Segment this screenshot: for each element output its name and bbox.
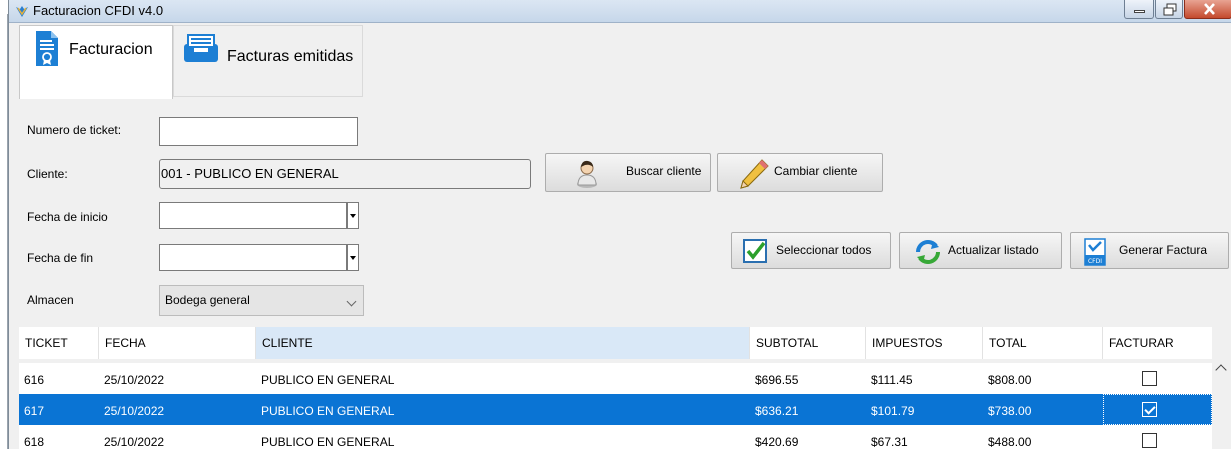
tab-facturas-emitidas[interactable]: Facturas emitidas — [173, 25, 363, 97]
cell-fecha: 25/10/2022 — [104, 373, 165, 387]
cell-impuestos: $67.31 — [871, 435, 908, 449]
almacen-select[interactable]: Bodega general — [159, 285, 364, 316]
cell-subtotal: $696.55 — [755, 373, 799, 387]
cell-ticket: 616 — [24, 373, 45, 387]
document-certificate-icon — [36, 31, 58, 66]
app-window: Facturacion CFDI v4.0 Facturacion Factur… — [8, 0, 1231, 449]
buscar-cliente-label: Buscar cliente — [626, 164, 702, 178]
fecha-inicio-dropdown-button[interactable] — [347, 202, 359, 229]
facturar-checkbox[interactable] — [1142, 433, 1157, 448]
cliente-field: 001 - PUBLICO EN GENERAL — [159, 159, 531, 189]
almacen-label: Almacen — [27, 293, 74, 307]
inbox-tray-icon — [184, 34, 218, 62]
facturar-checkbox[interactable] — [1142, 371, 1157, 386]
table-row[interactable]: 617 25/10/2022 PUBLICO EN GENERAL $636.2… — [19, 394, 1212, 425]
table-header: TICKET FECHA CLIENTE SUBTOTAL IMPUESTOS … — [19, 327, 1212, 359]
cell-subtotal: $636.21 — [755, 404, 799, 418]
column-header-cliente[interactable]: CLIENTE — [256, 327, 750, 359]
ticket-label: Numero de ticket: — [27, 123, 122, 137]
cell-fecha: 25/10/2022 — [104, 435, 165, 449]
actualizar-listado-label: Actualizar listado — [948, 243, 1039, 257]
minimize-icon — [1134, 10, 1145, 13]
pencil-icon — [740, 159, 769, 189]
generar-factura-button[interactable]: CFDI Generar Factura — [1070, 232, 1229, 269]
facturacion-panel: Numero de ticket: Cliente: 001 - PUBLICO… — [19, 99, 1231, 449]
cambiar-cliente-button[interactable]: Cambiar cliente — [717, 153, 883, 192]
scroll-up-arrow-icon[interactable] — [1215, 364, 1227, 376]
cell-impuestos: $101.79 — [871, 404, 915, 418]
table-row[interactable]: 618 25/10/2022 PUBLICO EN GENERAL $420.6… — [19, 425, 1212, 449]
column-header-subtotal[interactable]: SUBTOTAL — [750, 327, 866, 359]
table-row[interactable]: 616 25/10/2022 PUBLICO EN GENERAL $696.5… — [19, 363, 1212, 394]
restore-button[interactable] — [1155, 0, 1183, 19]
buscar-cliente-button[interactable]: Buscar cliente — [545, 153, 711, 192]
svg-text:CFDI: CFDI — [1088, 258, 1102, 265]
fecha-inicio-label: Fecha de inicio — [27, 210, 108, 224]
chevron-down-icon — [346, 296, 357, 307]
fecha-inicio-input[interactable] — [159, 202, 347, 229]
close-button[interactable] — [1184, 0, 1231, 19]
fecha-fin-label: Fecha de fin — [27, 251, 94, 265]
actualizar-listado-button[interactable]: Actualizar listado — [899, 232, 1062, 269]
column-header-ticket[interactable]: TICKET — [19, 327, 99, 359]
title-bar[interactable]: Facturacion CFDI v4.0 — [9, 0, 1231, 23]
cell-total: $488.00 — [988, 435, 1032, 449]
seleccionar-todos-button[interactable]: Seleccionar todos — [731, 232, 891, 269]
cliente-label: Cliente: — [27, 167, 68, 181]
facturar-checkbox[interactable] — [1142, 402, 1157, 417]
cell-ticket: 617 — [24, 404, 45, 418]
almacen-select-value: Bodega general — [165, 293, 250, 307]
minimize-button[interactable] — [1124, 0, 1154, 19]
cell-total: $738.00 — [988, 404, 1032, 418]
user-search-icon — [577, 160, 597, 188]
close-icon — [1204, 3, 1215, 15]
cell-subtotal: $420.69 — [755, 435, 799, 449]
cell-fecha: 25/10/2022 — [104, 404, 165, 418]
checkbox-checked-icon — [743, 239, 767, 263]
refresh-icon — [916, 240, 940, 264]
tab-facturacion-label: Facturacion — [69, 41, 153, 58]
cell-total: $808.00 — [988, 373, 1032, 387]
column-header-total[interactable]: TOTAL — [983, 327, 1103, 359]
ticket-input[interactable] — [159, 117, 358, 146]
column-header-impuestos[interactable]: IMPUESTOS — [866, 327, 983, 359]
generar-factura-label: Generar Factura — [1119, 243, 1208, 257]
column-header-fecha[interactable]: FECHA — [99, 327, 256, 359]
column-header-facturar[interactable]: FACTURAR — [1103, 327, 1212, 359]
window-title: Facturacion CFDI v4.0 — [33, 3, 164, 18]
tab-facturas-emitidas-label: Facturas emitidas — [227, 48, 354, 65]
app-icon — [16, 6, 28, 17]
facturar-cell-focus — [1103, 394, 1212, 425]
fecha-fin-dropdown-button[interactable] — [347, 244, 359, 271]
table-scrollbar[interactable] — [1212, 359, 1231, 449]
cell-cliente: PUBLICO EN GENERAL — [261, 373, 395, 387]
cell-cliente: PUBLICO EN GENERAL — [261, 404, 395, 418]
seleccionar-todos-label: Seleccionar todos — [776, 243, 872, 257]
fecha-fin-input[interactable] — [159, 244, 347, 271]
cell-impuestos: $111.45 — [871, 373, 913, 387]
background-window-edge — [0, 0, 8, 449]
cell-cliente: PUBLICO EN GENERAL — [261, 435, 395, 449]
restore-icon — [1163, 3, 1177, 16]
cfdi-icon: CFDI — [1084, 238, 1106, 266]
cambiar-cliente-label: Cambiar cliente — [774, 164, 858, 178]
tab-facturacion[interactable]: Facturacion — [19, 25, 173, 100]
cell-ticket: 618 — [24, 435, 45, 449]
